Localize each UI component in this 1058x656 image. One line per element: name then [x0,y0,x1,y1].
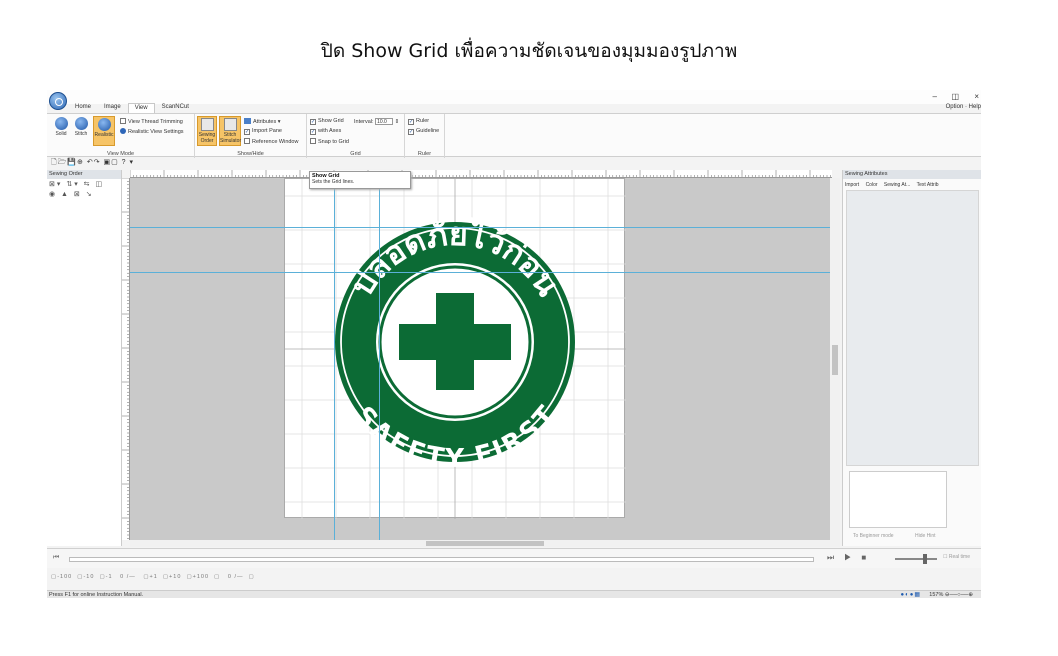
zoom-level[interactable]: 157% ⊖──○──⊕ [929,591,973,598]
show-grid-checkbox[interactable]: ✓ Show Grid [310,118,344,125]
attributes-dropdown[interactable]: Attributes ▾ [244,118,281,125]
rewind-icon[interactable]: ⏮ [53,554,59,562]
guideline-checkbox[interactable]: ✓ Guideline [408,128,439,135]
stitch-button[interactable]: Stitch [72,116,90,146]
settings-icon [120,128,126,134]
attributes-content-area [846,190,979,466]
application-menu-button[interactable] [49,92,67,110]
stitch-navigation-bar[interactable]: ▢-100 ▢-10 ▢-1 0 /— ▢+1 ▢+10 ▢+100 ▢ 0 /… [51,574,255,580]
speed-slider[interactable] [895,554,937,564]
grid-and-logo: ปลอดภัยไว้ก่อน SAFETY FIRST [285,179,626,519]
show-hide-group: Sewing Order Stitch Simulator Attributes… [195,114,307,158]
slide-heading: ปิด Show Grid เพื่อความชัดเจนของมุมมองรู… [320,40,738,62]
ribbon-tabs: Home Image View ScanNCut [69,103,195,113]
design-canvas[interactable]: ปลอดภัยไว้ก่อน SAFETY FIRST [130,178,830,540]
attributes-icon [244,118,251,124]
guideline-horizontal-2[interactable] [130,272,830,273]
beginner-mode-button[interactable]: To Beginner mode [853,533,894,539]
sewing-order-button[interactable]: Sewing Order [197,116,217,146]
solid-button[interactable]: Solid [52,116,70,146]
option-help-menu[interactable]: Option · Help [946,104,981,110]
sewing-order-toolbar[interactable]: ⊠▾ ⇅▾ ⇆ ◫ [47,179,121,189]
tab-image[interactable]: Image [98,103,127,113]
with-axes-checkbox[interactable]: ✓ with Axes [310,128,341,135]
quick-access-toolbar[interactable]: 🗋🗁💾⊕ ↶↷ ▣▢ ? ▾ [51,158,134,167]
tab-import[interactable]: Import [845,182,859,188]
stitch-simulator-bar: ⏮ ⏭▶■ ☐ Real time [47,548,981,568]
hint-preview [849,471,947,528]
title-bar: – ◫ × [47,90,981,104]
safety-first-logo[interactable]: ปลอดภัยไว้ก่อน SAFETY FIRST [335,215,575,475]
sewing-order-toolbar-2[interactable]: ◉ ▲ ⊠ ↘ [47,189,121,199]
status-icons[interactable]: ●◐●▦ [900,591,921,598]
playback-buttons[interactable]: ⏭▶■ [827,553,876,563]
view-thread-trimming-checkbox[interactable]: View Thread Trimming [120,118,183,125]
realistic-button[interactable]: Realistic [93,116,115,146]
minimize-button[interactable]: – [933,92,937,101]
hide-hint-button[interactable]: Hide Hint [915,533,936,539]
reference-window-checkbox[interactable]: Reference Window [244,138,298,145]
status-text: Press F1 for online Instruction Manual. [49,592,144,598]
tab-view[interactable]: View [127,103,155,113]
stitch-simulator-button[interactable]: Stitch Simulator [219,116,241,146]
ruler-group: ✓ Ruler ✓ Guideline Ruler [405,114,445,158]
ribbon: Solid Stitch Realistic View Thread Trimm… [47,113,981,158]
horizontal-ruler [130,170,832,178]
status-bar: Press F1 for online Instruction Manual. … [47,590,981,598]
tab-scanncut[interactable]: ScanNCut [156,103,195,113]
horizontal-ruler-ticks [130,170,831,177]
vertical-ruler [122,178,130,540]
import-pane-checkbox[interactable]: ✓ Import Pane [244,128,282,135]
ruler-checkbox[interactable]: ✓ Ruler [408,118,429,125]
stitch-simulator-icon [223,118,237,131]
realistic-view-settings-button[interactable]: Realistic View Settings [120,128,184,135]
sewing-attributes-title: Sewing Attributes [843,170,981,179]
real-time-checkbox[interactable]: ☐ Real time [943,554,970,560]
realistic-icon [97,118,111,131]
vertical-scroll-thumb[interactable] [832,345,838,375]
snap-to-grid-checkbox[interactable]: Snap to Grid [310,138,349,145]
vertical-scrollbar[interactable] [830,178,840,540]
view-mode-group: Solid Stitch Realistic View Thread Trimm… [47,114,195,158]
stitch-icon [74,117,88,130]
speed-slider-handle[interactable] [923,554,927,564]
sewing-order-title: Sewing Order [47,170,121,179]
solid-icon [54,117,68,130]
pe-design-window: – ◫ × Home Image View ScanNCut Option · … [47,90,981,598]
design-page[interactable]: ปลอดภัยไว้ก่อน SAFETY FIRST [284,178,626,519]
tab-text-attributes[interactable]: Text Attrib [917,182,939,188]
tab-color[interactable]: Color [866,182,878,188]
close-button[interactable]: × [974,92,979,101]
show-grid-tooltip: Show Grid Sets the Grid lines. [309,171,411,189]
guideline-horizontal-1[interactable] [130,227,830,228]
simulator-progress-track[interactable] [69,557,814,562]
guideline-vertical-2[interactable] [379,178,380,540]
grid-group: ✓ Show Grid Interval: 10.0 ⇕ ✓ with Axes S… [307,114,405,158]
tab-sewing-attributes[interactable]: Sewing At... [884,182,910,188]
horizontal-scrollbar[interactable] [130,540,840,547]
sewing-attributes-panel: Sewing Attributes Import Color Sewing At… [842,170,981,546]
tab-home[interactable]: Home [69,103,97,113]
sewing-order-panel: Sewing Order ⊠▾ ⇅▾ ⇆ ◫ ◉ ▲ ⊠ ↘ [47,170,122,546]
guideline-vertical-1[interactable] [334,178,335,540]
grid-interval-field[interactable]: Interval: 10.0 ⇕ [354,118,399,125]
horizontal-scroll-thumb[interactable] [426,541,544,546]
sewing-order-icon [200,118,214,131]
vertical-ruler-ticks [122,178,129,539]
maximize-button[interactable]: ◫ [951,92,959,101]
